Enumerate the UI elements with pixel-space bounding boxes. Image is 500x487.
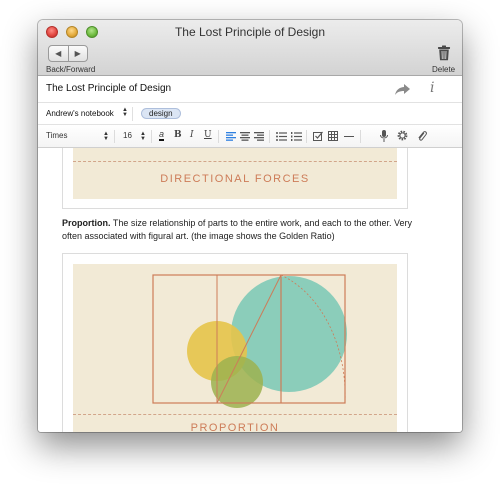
trash-icon[interactable] xyxy=(437,45,451,61)
title-bar: The Lost Principle of Design ◀ ▶ Back/Fo… xyxy=(38,20,462,76)
italic-button[interactable]: I xyxy=(190,130,194,140)
align-right-icon[interactable] xyxy=(254,132,264,141)
poster-background: PROPORTION xyxy=(73,264,397,432)
back-button[interactable]: ◀ xyxy=(49,46,68,61)
forward-icon: ▶ xyxy=(74,49,81,58)
tag-design[interactable]: design xyxy=(141,108,181,119)
notebook-chevron-icon[interactable]: ▲ ▼ xyxy=(122,107,128,118)
align-center-icon[interactable] xyxy=(240,132,250,141)
note-title-field[interactable]: The Lost Principle of Design xyxy=(46,83,171,94)
bullet-list-icon[interactable] xyxy=(276,132,287,141)
poster-dashed-line xyxy=(73,161,397,162)
note-title-row: The Lost Principle of Design i xyxy=(38,77,462,103)
note-body[interactable]: DIRECTIONAL FORCES Proportion. The size … xyxy=(38,148,462,432)
image-proportion[interactable]: PROPORTION xyxy=(62,253,408,432)
toolbar-separator xyxy=(151,130,152,143)
meta-divider xyxy=(132,107,133,121)
bold-button[interactable]: B xyxy=(174,130,182,140)
horizontal-rule-icon[interactable] xyxy=(344,136,354,138)
microphone-icon[interactable] xyxy=(380,130,388,142)
poster-background: DIRECTIONAL FORCES xyxy=(73,148,397,199)
back-icon: ◀ xyxy=(55,49,62,58)
toolbar-separator xyxy=(269,130,270,143)
forward-button[interactable]: ▶ xyxy=(67,46,88,61)
toolbar-separator xyxy=(306,130,307,143)
table-icon[interactable] xyxy=(328,131,338,141)
format-toolbar: Times ▲ ▼ 16 ▲ ▼ a B I U xyxy=(38,125,462,148)
image-directional-forces[interactable]: DIRECTIONAL FORCES xyxy=(62,148,408,209)
paragraph-heading: Proportion. xyxy=(62,218,111,228)
align-left-icon[interactable] xyxy=(226,132,236,141)
toolbar-separator xyxy=(218,130,219,143)
figure-label-directional-forces: DIRECTIONAL FORCES xyxy=(160,173,310,185)
info-icon[interactable]: i xyxy=(430,80,434,96)
share-icon[interactable] xyxy=(394,83,411,96)
notebook-selector[interactable]: Andrew's notebook xyxy=(46,109,114,118)
checkbox-icon[interactable] xyxy=(313,131,323,141)
window-title: The Lost Principle of Design xyxy=(174,25,326,39)
figure-label-proportion: PROPORTION xyxy=(190,422,280,432)
toolbar-separator xyxy=(114,130,115,143)
back-forward-label: Back/Forward xyxy=(46,65,96,74)
note-window: The Lost Principle of Design ◀ ▶ Back/Fo… xyxy=(38,20,462,432)
font-family-chevron-icon[interactable]: ▲ ▼ xyxy=(103,131,109,142)
numbered-list-icon[interactable] xyxy=(291,132,302,141)
back-forward-control: ◀ ▶ xyxy=(48,45,88,62)
gear-icon[interactable] xyxy=(397,130,408,141)
delete-label: Delete xyxy=(432,65,456,74)
font-family-select[interactable]: Times xyxy=(46,131,67,140)
poster-dashed-line xyxy=(73,414,397,415)
font-size-select[interactable]: 16 xyxy=(123,131,132,140)
golden-ratio-illustration xyxy=(152,274,347,408)
toolbar-separator xyxy=(360,130,361,143)
body-paragraph: Proportion. The size relationship of par… xyxy=(62,217,428,243)
paperclip-icon[interactable] xyxy=(417,130,427,142)
paragraph-text: The size relationship of parts to the en… xyxy=(62,218,413,241)
text-color-button[interactable]: a xyxy=(159,130,165,141)
underline-button[interactable]: U xyxy=(204,130,212,140)
note-meta-row: Andrew's notebook ▲ ▼ design xyxy=(38,103,462,125)
font-size-chevron-icon[interactable]: ▲ ▼ xyxy=(140,131,146,142)
